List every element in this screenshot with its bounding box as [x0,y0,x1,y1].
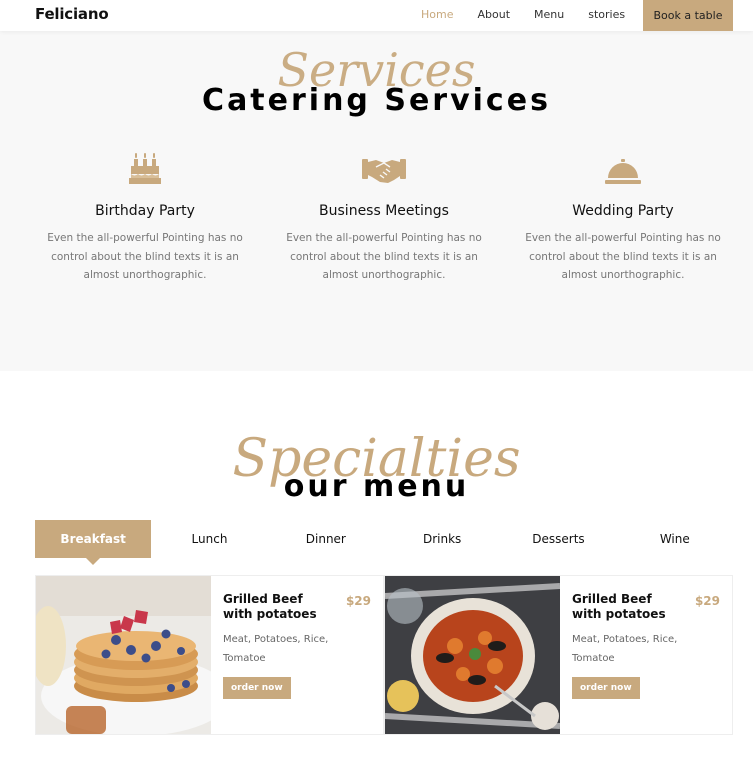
menu-item-card: Grilled Beef with potatoes $29 Meat, Pot… [384,575,733,735]
service-title: Birthday Party [95,203,195,219]
service-description: Even the all-powerful Pointing has no co… [286,232,482,281]
service-wedding: Wedding Party Even the all-powerful Poin… [518,149,728,285]
book-table-button[interactable]: Book a table [643,0,733,31]
menu-item-name: Grilled Beef with potatoes [572,592,666,621]
pancake-photo [36,576,211,734]
menu-item-ingredients: Meat, Potatoes, Rice, Tomatoe [223,634,329,664]
birthday-cake-icon [40,149,250,185]
menu-item-ingredients: Meat, Potatoes, Rice, Tomatoe [572,634,678,664]
order-now-button[interactable]: order now [572,677,640,699]
food-cloche-icon [518,149,728,185]
nav-home-link[interactable]: Home [421,8,453,21]
nav-menu-link[interactable]: Menu [534,8,564,21]
menu-item-card: Grilled Beef with potatoes $29 Meat, Pot… [35,575,384,735]
menu-item-name: Grilled Beef with potatoes [223,592,317,621]
service-title: Wedding Party [572,203,674,219]
menu-item-info: Grilled Beef with potatoes $29 Meat, Pot… [560,576,732,734]
nav-about-link[interactable]: About [477,8,510,21]
menu-item-price: $29 [345,594,371,608]
tab-desserts[interactable]: Desserts [500,520,616,558]
tab-breakfast[interactable]: Breakfast [35,520,152,565]
nav-stories-link[interactable]: stories [588,8,625,21]
menu-item-price: $29 [694,594,720,608]
seafood-dish-photo [385,576,560,734]
menu-item-info: Grilled Beef with potatoes $29 Meat, Pot… [211,576,383,734]
navbar: Feliciano Home About Menu stories Book a… [0,0,753,31]
service-description: Even the all-powerful Pointing has no co… [525,232,721,281]
services-title: Catering Services [202,83,551,118]
menu-section: Specialties our menu Breakfast Lunch Din… [0,371,753,765]
service-birthday: Birthday Party Even the all-powerful Poi… [40,149,250,285]
brand-logo[interactable]: Feliciano [35,5,109,23]
tab-wine[interactable]: Wine [617,520,733,558]
service-business: Business Meetings Even the all-powerful … [279,149,489,285]
menu-title: our menu [283,469,470,504]
tab-drinks[interactable]: Drinks [384,520,500,558]
menu-tabs: Breakfast Lunch Dinner Drinks Desserts W… [35,520,733,565]
order-now-button[interactable]: order now [223,677,291,699]
handshake-icon [279,149,489,185]
nav-links: Home About Menu stories [421,8,649,21]
service-title: Business Meetings [319,203,449,219]
tab-dinner[interactable]: Dinner [268,520,384,558]
tab-lunch[interactable]: Lunch [151,520,267,558]
service-description: Even the all-powerful Pointing has no co… [47,232,243,281]
services-section: Services Catering Services Birthday Part… [0,31,753,371]
